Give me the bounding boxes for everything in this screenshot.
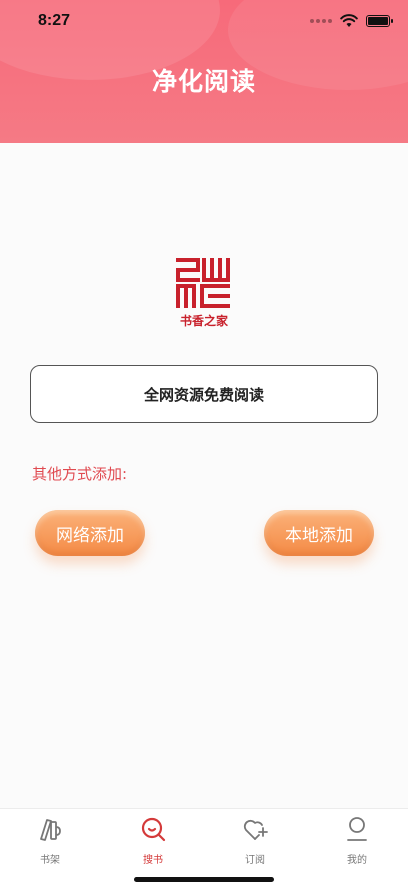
local-add-button[interactable]: 本地添加 [264,510,374,556]
search-book-icon [141,817,166,842]
status-icons [310,14,393,28]
network-add-button[interactable]: 网络添加 [35,510,145,556]
app-logo: 书香之家 [166,254,242,330]
other-methods-label: 其他方式添加: [32,465,128,483]
tab-label: 我的 [347,855,367,866]
home-indicator [134,877,274,882]
header: 8:27 净化阅读 [0,0,408,143]
subscribe-heart-icon [243,819,268,840]
tab-subscribe[interactable]: 订阅 [215,815,295,866]
tab-bookshelf[interactable]: 书架 [10,815,90,866]
profile-icon [347,817,367,841]
wifi-icon [340,14,358,27]
battery-icon [366,15,393,27]
tab-search-book[interactable]: 搜书 [113,815,193,866]
tab-profile[interactable]: 我的 [317,815,397,866]
tab-label: 订阅 [245,855,265,866]
logo-seal-icon [176,258,230,308]
bookshelf-icon [40,819,61,841]
signal-icon [310,19,332,23]
tab-label: 书架 [40,855,60,866]
page-title: 净化阅读 [151,67,256,96]
free-reading-button[interactable]: 全网资源免费阅读 [30,365,378,423]
logo-text: 书香之家 [179,314,228,328]
status-bar: 8:27 [0,0,408,44]
status-time: 8:27 [38,12,71,29]
tab-label: 搜书 [143,855,163,866]
